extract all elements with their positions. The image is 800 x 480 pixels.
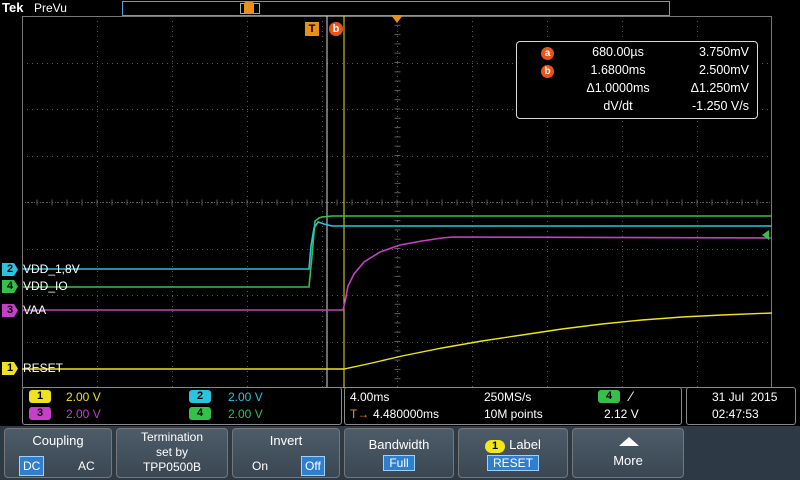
sample-rate: 250MS/s <box>484 390 532 404</box>
channel-4-name: VDD_IO <box>23 279 68 293</box>
termination-button[interactable]: Termination set by TPP0500B <box>116 428 228 478</box>
more-button[interactable]: More <box>572 428 684 478</box>
channel-2-badge[interactable]: 2 <box>2 263 18 276</box>
ch1-scale: 2.00 V <box>66 390 101 404</box>
trigger-source-badge[interactable]: 4 <box>598 390 620 403</box>
more-title: More <box>613 453 643 468</box>
ch2-scale: 2.00 V <box>228 390 263 404</box>
bandwidth-button[interactable]: Bandwidth Full <box>344 428 454 478</box>
record-trigger-marker <box>244 2 254 14</box>
trigger-position-prefix: T→ <box>350 407 370 421</box>
waveform-vaa <box>22 236 772 311</box>
acquisition-mode: PreVu <box>34 1 67 15</box>
time: 02:47:53 <box>712 407 759 421</box>
coupling-title: Coupling <box>32 433 84 448</box>
channel-3-badge[interactable]: 3 <box>2 304 18 317</box>
slope-label: dV/dt <box>603 99 633 113</box>
trigger-position-marker[interactable]: T <box>305 22 319 36</box>
cursor-b-marker[interactable]: b <box>329 22 343 36</box>
cursor-b-time: 1.6800ms <box>590 63 646 77</box>
horizontal-position-marker[interactable] <box>391 15 403 23</box>
record-length: 10M points <box>484 407 543 421</box>
cursor-a-voltage: 3.750mV <box>698 45 749 59</box>
termination-line3: TPP0500B <box>142 460 202 474</box>
cursor-readout-panel: a 680.00µs 3.750mV b 1.6800ms 2.500mV Δ1… <box>516 41 758 119</box>
ch4-scale-badge[interactable]: 4 <box>189 407 211 420</box>
invert-button[interactable]: Invert On Off <box>232 428 340 478</box>
date: 31 Jul 2015 <box>712 390 778 404</box>
bandwidth-title: Bandwidth <box>368 437 430 452</box>
channel-2-name: VDD_1,8V <box>23 262 80 276</box>
label-value: RESET <box>486 455 539 471</box>
channel-1-badge[interactable]: 1 <box>2 362 18 375</box>
cursor-delta-time: Δ1.0000ms <box>586 81 650 95</box>
ch2-scale-badge[interactable]: 2 <box>189 390 211 403</box>
trigger-level: 2.12 V <box>604 407 639 421</box>
brand-logo: Tek <box>2 0 24 15</box>
label-button[interactable]: 1 Label RESET <box>458 428 568 478</box>
label-title: Label <box>509 437 541 452</box>
coupling-dc-option[interactable]: DC <box>19 456 45 476</box>
record-overview-bar[interactable] <box>122 1 670 16</box>
invert-off-option[interactable]: Off <box>301 456 325 476</box>
channel-3-name: VAA <box>23 303 47 317</box>
timebase: 4.00ms <box>350 390 390 404</box>
slope-value: -1.250 V/s <box>692 99 749 113</box>
channel-1-name: RESET <box>23 361 64 375</box>
ch1-scale-badge[interactable]: 1 <box>29 390 51 403</box>
termination-line1: Termination <box>140 430 204 444</box>
coupling-button[interactable]: Coupling DC AC <box>4 428 112 478</box>
cursor-delta-voltage: Δ1.250mV <box>690 81 749 95</box>
triangle-up-icon <box>619 437 639 446</box>
horizontal-position: 4.480000ms <box>373 407 440 421</box>
cursor-b-badge: b <box>541 65 554 78</box>
channel-4-badge[interactable]: 4 <box>2 280 18 293</box>
label-channel-badge: 1 <box>485 440 506 453</box>
trigger-slope-icon: ⁄ <box>630 388 633 404</box>
cursor-a-time: 680.00µs <box>592 45 644 59</box>
termination-line2: set by <box>155 445 188 459</box>
ch3-scale-badge[interactable]: 3 <box>29 407 51 420</box>
ch3-scale: 2.00 V <box>66 407 101 421</box>
invert-on-option[interactable]: On <box>249 457 271 475</box>
bandwidth-value: Full <box>383 455 415 471</box>
cursor-a-badge: a <box>541 47 554 60</box>
cursor-b-voltage: 2.500mV <box>698 63 749 77</box>
trigger-level-marker[interactable] <box>762 230 769 240</box>
coupling-ac-option[interactable]: AC <box>75 457 98 475</box>
ch4-scale: 2.00 V <box>228 407 263 421</box>
invert-title: Invert <box>269 433 303 448</box>
